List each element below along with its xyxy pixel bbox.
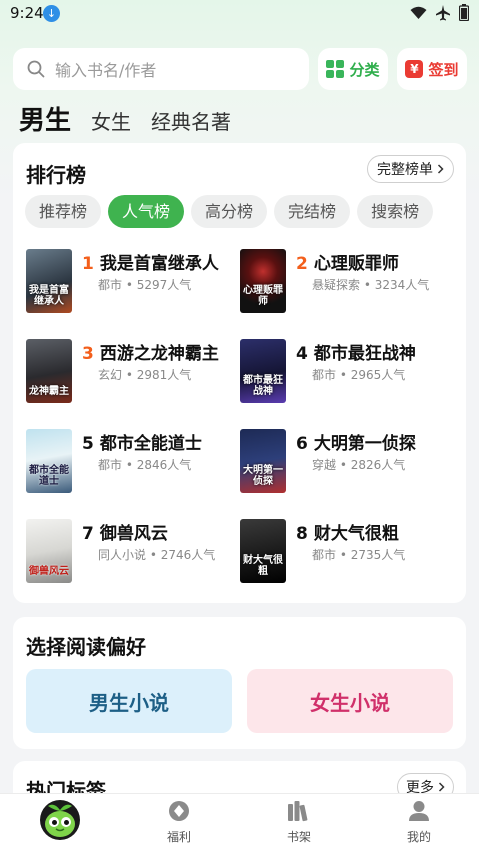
rank-number: 3 (82, 344, 94, 364)
book-item[interactable]: 大明第一侦探 6 大明第一侦探 穿越 • 2826人气 (240, 429, 450, 497)
book-item[interactable]: 龙神霸主 3 西游之龙神霸主 玄幻 • 2981人气 (26, 339, 236, 407)
book-cover: 都市全能道士 (26, 429, 72, 493)
status-time: 9:24 (10, 4, 44, 22)
book-item[interactable]: 心理贩罪师 2 心理贩罪师 悬疑探索 • 3234人气 (240, 249, 450, 317)
chevron-right-icon (437, 164, 444, 174)
download-icon: ↓ (43, 5, 60, 22)
book-cover: 都市最狂战神 (240, 339, 286, 403)
book-meta: 同人小说 • 2746人气 (98, 548, 216, 562)
checkin-button[interactable]: ¥ 签到 (397, 48, 467, 90)
search-input[interactable]: 输入书名/作者 (13, 48, 309, 90)
book-meta: 都市 • 2965人气 (312, 368, 406, 382)
rank-tab-high-score[interactable]: 高分榜 (191, 195, 268, 228)
checkin-label: 签到 (428, 60, 459, 79)
full-list-button[interactable]: 完整榜单 (367, 155, 454, 183)
rank-tab-popular[interactable]: 人气榜 (108, 195, 185, 228)
category-label: 分类 (349, 60, 380, 79)
book-title: 4 都市最狂战神 (296, 344, 416, 364)
full-list-label: 完整榜单 (377, 162, 433, 178)
tab-female[interactable]: 女生 (91, 106, 131, 135)
chevron-right-icon (438, 782, 445, 792)
category-grid-icon (326, 60, 345, 78)
book-meta: 都市 • 2735人气 (312, 548, 406, 562)
book-title: 3 西游之龙神霸主 (82, 344, 219, 364)
book-meta: 都市 • 2846人气 (98, 458, 192, 472)
reading-preference-card: 选择阅读偏好 男生小说 女生小说 (13, 617, 466, 749)
ranking-title: 排行榜 (26, 163, 86, 187)
male-novels-button[interactable]: 男生小说 (26, 669, 232, 733)
wifi-icon (410, 6, 427, 19)
profile-icon (409, 801, 429, 821)
ranking-card: 排行榜 完整榜单 推荐榜 人气榜 高分榜 完结榜 搜索榜 我是首富继承人 1 我是首富继承… (13, 143, 466, 603)
gender-tabs: 男生 女生 经典名著 (19, 100, 231, 137)
status-icons (410, 4, 469, 21)
book-cover: 心理贩罪师 (240, 249, 286, 313)
bookshelf-icon (288, 801, 308, 822)
bottom-nav: 福利 书架 我的 (0, 793, 479, 852)
search-placeholder: 输入书名/作者 (55, 61, 157, 80)
rank-number: 4 (296, 344, 308, 364)
book-meta: 悬疑探索 • 3234人气 (312, 278, 430, 292)
rank-number: 6 (296, 434, 308, 454)
search-icon (27, 60, 45, 78)
checkin-icon: ¥ (405, 60, 424, 78)
book-item[interactable]: 都市最狂战神 4 都市最狂战神 都市 • 2965人气 (240, 339, 450, 407)
book-meta: 穿越 • 2826人气 (312, 458, 406, 472)
book-cover: 我是首富继承人 (26, 249, 72, 313)
nav-profile[interactable]: 我的 (379, 800, 459, 845)
category-button[interactable]: 分类 (318, 48, 388, 90)
book-item[interactable]: 财大气很粗 8 财大气很粗 都市 • 2735人气 (240, 519, 450, 587)
battery-icon (459, 4, 469, 21)
nav-welfare[interactable]: 福利 (139, 800, 219, 845)
book-cover: 龙神霸主 (26, 339, 72, 403)
book-title: 8 财大气很粗 (296, 524, 399, 544)
rank-number: 1 (82, 254, 94, 274)
book-meta: 都市 • 5297人气 (98, 278, 192, 292)
rank-number: 7 (82, 524, 94, 544)
book-title: 5 都市全能道士 (82, 434, 202, 454)
book-title: 2 心理贩罪师 (296, 254, 399, 274)
airplane-icon (436, 4, 450, 20)
welfare-icon (169, 801, 189, 821)
rank-number: 8 (296, 524, 308, 544)
book-item[interactable]: 我是首富继承人 1 我是首富继承人 都市 • 5297人气 (26, 249, 236, 317)
book-meta: 玄幻 • 2981人气 (98, 368, 192, 382)
book-item[interactable]: 都市全能道士 5 都市全能道士 都市 • 2846人气 (26, 429, 236, 497)
book-cover: 大明第一侦探 (240, 429, 286, 493)
rank-number: 5 (82, 434, 94, 454)
nav-bookshelf[interactable]: 书架 (259, 800, 339, 845)
rank-tab-finished[interactable]: 完结榜 (274, 195, 351, 228)
rank-number: 2 (296, 254, 308, 274)
female-novels-button[interactable]: 女生小说 (247, 669, 453, 733)
book-title: 6 大明第一侦探 (296, 434, 416, 454)
app-mascot-icon (40, 800, 80, 840)
preference-title: 选择阅读偏好 (26, 635, 146, 659)
nav-home[interactable] (20, 798, 100, 848)
book-title: 7 御兽风云 (82, 524, 168, 544)
rank-tab-recommend[interactable]: 推荐榜 (25, 195, 102, 228)
rank-tab-search[interactable]: 搜索榜 (357, 195, 434, 228)
book-cover: 御兽风云 (26, 519, 72, 583)
book-title: 1 我是首富继承人 (82, 254, 219, 274)
book-item[interactable]: 御兽风云 7 御兽风云 同人小说 • 2746人气 (26, 519, 236, 587)
book-cover: 财大气很粗 (240, 519, 286, 583)
status-bar: 9:24 ↓ (0, 0, 479, 28)
tab-male[interactable]: 男生 (19, 100, 71, 137)
ranking-tabs: 推荐榜 人气榜 高分榜 完结榜 搜索榜 (25, 195, 461, 231)
tab-classics[interactable]: 经典名著 (151, 106, 231, 135)
